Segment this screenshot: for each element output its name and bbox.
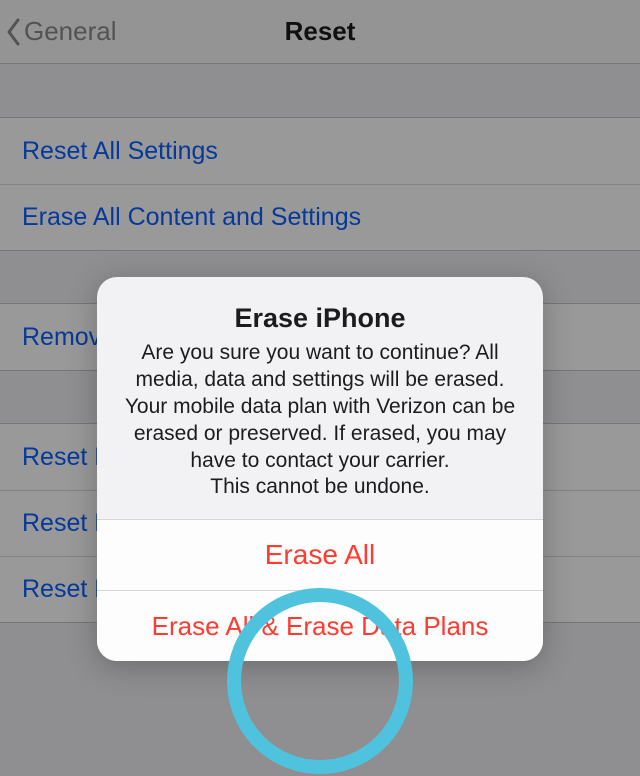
alert-body: Erase iPhone Are you sure you want to co… xyxy=(97,277,543,519)
alert-message: Are you sure you want to continue? All m… xyxy=(119,340,521,501)
erase-iphone-alert: Erase iPhone Are you sure you want to co… xyxy=(97,277,543,661)
button-label: Erase All & Erase Data Plans xyxy=(152,611,489,642)
erase-all-and-data-plans-button[interactable]: Erase All & Erase Data Plans xyxy=(97,591,543,661)
alert-title: Erase iPhone xyxy=(119,303,521,334)
button-label: Erase All xyxy=(265,539,376,571)
erase-all-button[interactable]: Erase All xyxy=(97,520,543,590)
